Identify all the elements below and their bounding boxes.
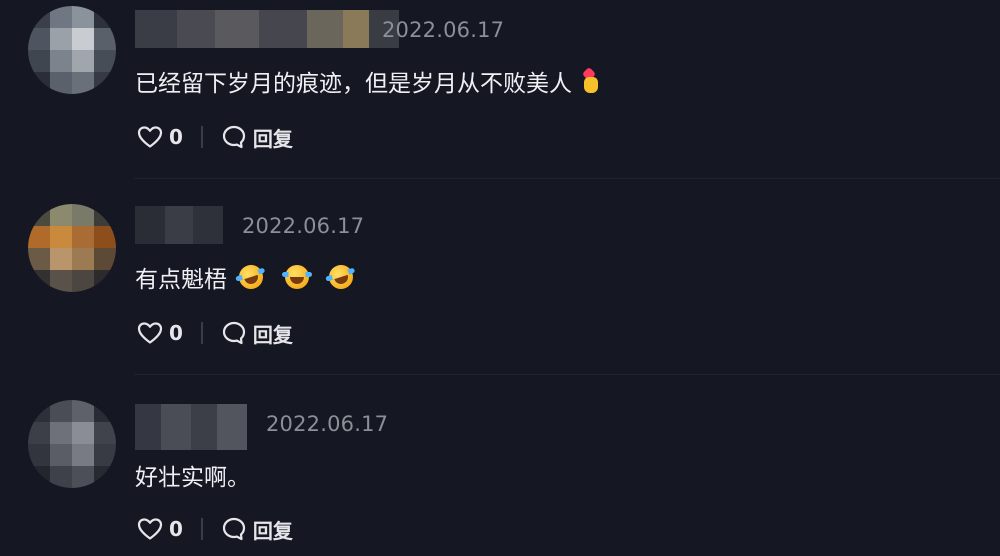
comment-actions: 0 回复 [137, 318, 293, 348]
like-count: 0 [169, 321, 183, 345]
avatar[interactable] [28, 6, 116, 94]
reply-label: 回复 [252, 322, 293, 347]
comment-divider [134, 178, 1000, 179]
heart-hand-emoji-icon [581, 66, 600, 93]
username-blurred[interactable] [135, 404, 247, 450]
comment-text: 有点魁梧 [135, 260, 357, 294]
comment-text-content: 好壮实啊。 [135, 465, 250, 491]
like-button[interactable]: 0 [137, 321, 183, 345]
heart-icon [137, 322, 163, 344]
avatar[interactable] [28, 204, 116, 292]
comment-bubble-icon [222, 517, 246, 541]
heart-icon [137, 518, 163, 540]
divider [200, 126, 203, 148]
comment-text-content: 已经留下岁月的痕迹，但是岁月从不败美人 [135, 71, 572, 97]
reply-button[interactable]: 回复 [221, 319, 293, 348]
comment-actions: 0 回复 [137, 514, 293, 544]
like-button[interactable]: 0 [137, 125, 183, 149]
reply-label: 回复 [252, 126, 293, 151]
laughing-tears-emoji-icon [325, 261, 357, 293]
comment-date: 2022.06.17 [382, 18, 505, 42]
comment-text: 已经留下岁月的痕迹，但是岁月从不败美人 [135, 64, 600, 98]
comment-item: 2022.06.17 已经留下岁月的痕迹，但是岁月从不败美人 0 回复 [0, 0, 1000, 178]
laughing-tears-emoji-icon [282, 265, 312, 289]
comment-text-content: 有点魁梧 [135, 267, 227, 293]
comment-actions: 0 回复 [137, 122, 293, 152]
divider [200, 322, 203, 344]
heart-icon [137, 126, 163, 148]
username-blurred[interactable] [135, 206, 223, 244]
avatar[interactable] [28, 400, 116, 488]
comment-date: 2022.06.17 [242, 214, 365, 238]
reply-label: 回复 [252, 518, 293, 543]
comment-item: 2022.06.17 有点魁梧 0 回复 [0, 196, 1000, 374]
like-button[interactable]: 0 [137, 517, 183, 541]
like-count: 0 [169, 517, 183, 541]
comment-text: 好壮实啊。 [135, 458, 250, 492]
comment-bubble-icon [222, 321, 246, 345]
comment-date: 2022.06.17 [266, 412, 389, 436]
comment-item: 2022.06.17 好壮实啊。 0 回复 [0, 392, 1000, 556]
laughing-tears-emoji-icon [235, 261, 267, 293]
username-blurred[interactable] [135, 10, 399, 48]
comment-divider [134, 374, 1000, 375]
comment-bubble-icon [222, 125, 246, 149]
reply-button[interactable]: 回复 [221, 515, 293, 544]
like-count: 0 [169, 125, 183, 149]
reply-button[interactable]: 回复 [221, 123, 293, 152]
divider [200, 518, 203, 540]
